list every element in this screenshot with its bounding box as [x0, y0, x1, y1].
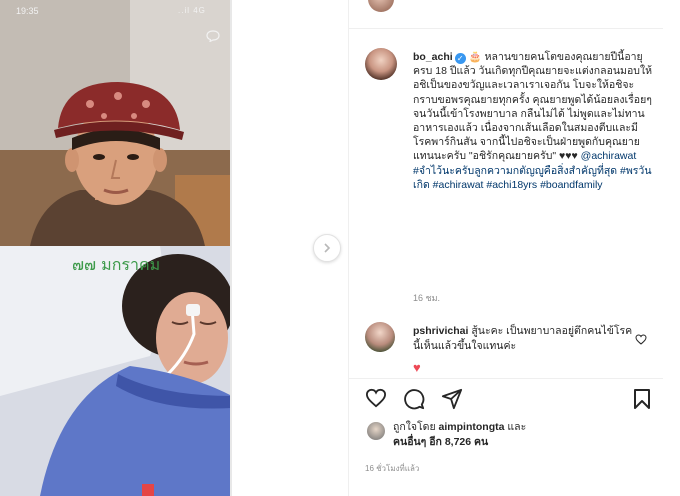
comment-item: pshrivichai สู้นะคะ เป็นพยาบาลอยู่ตึกคนไ… [413, 324, 633, 353]
likes-count[interactable]: คนอื่นๆ อีก 8,726 คน [393, 436, 488, 448]
verified-badge-icon: ✓ [454, 53, 466, 64]
status-time: 19:35 [16, 6, 39, 16]
header-avatar[interactable] [368, 0, 394, 12]
commenter-avatar[interactable] [365, 322, 395, 352]
likes-prefix: ถูกใจโดย [393, 421, 436, 433]
comment-username[interactable]: pshrivichai [413, 325, 468, 337]
grandmother-photo: ๗๗ มกราคม [0, 246, 232, 496]
send-icon[interactable] [441, 388, 463, 410]
media-divider [230, 0, 232, 496]
liker-avatar[interactable] [367, 422, 385, 440]
comment-like-heart-icon[interactable] [635, 334, 647, 345]
post-timestamp: 16 ชั่วโมงที่แล้ว [365, 464, 420, 473]
phone-status-bar: 19:35 ..il 4G [0, 0, 232, 22]
actions-divider [349, 378, 663, 379]
caption-time: 16 ชม. [413, 293, 441, 303]
post-caption: bo_achi ✓ 🎂 หลานขายคนโตของคุณยายปีนี้อายุ… [413, 50, 653, 192]
young-man-photo [0, 0, 232, 246]
post-media[interactable]: ๗๗ มกราคม 19:35 ..il 4G [0, 0, 232, 496]
header-divider [349, 28, 663, 29]
comment-heart-emoji: ♥ [413, 360, 421, 375]
overlay-date-text: ๗๗ มกราคม [72, 255, 160, 274]
chevron-right-icon [324, 243, 331, 253]
video-call-bottom-frame: ๗๗ มกราคม [0, 246, 232, 496]
bookmark-icon[interactable] [633, 388, 651, 410]
comment-icon[interactable] [403, 388, 425, 410]
video-call-top-frame [0, 0, 232, 246]
author-avatar[interactable] [365, 48, 397, 80]
author-username[interactable]: bo_achi [413, 51, 453, 63]
caption-text: 🎂 หลานขายคนโตของคุณยายปีนี้อายุครบ 18 ปี… [413, 51, 652, 163]
status-signal: ..il 4G [178, 6, 206, 15]
post-panel: bo_achi ✓ 🎂 หลานขายคนโตของคุณยายปีนี้อายุ… [348, 0, 663, 496]
next-post-button[interactable] [313, 234, 341, 262]
likes-summary: ถูกใจโดย aimpintongta และ คนอื่นๆ อีก 8,… [393, 420, 653, 450]
heart-icon[interactable] [365, 388, 387, 408]
chat-bubble-icon [206, 30, 220, 42]
post-actions-bar [349, 380, 663, 420]
liker-username[interactable]: aimpintongta [439, 421, 505, 433]
likes-mid: และ [507, 421, 527, 433]
